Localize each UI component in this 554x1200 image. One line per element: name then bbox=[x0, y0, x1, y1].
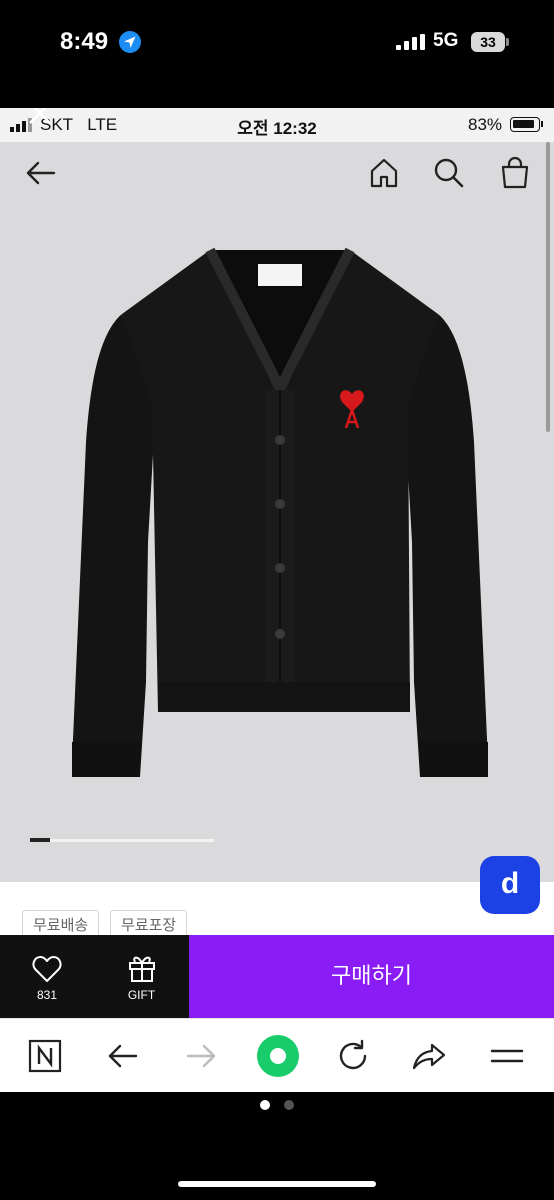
back-icon[interactable] bbox=[104, 1037, 142, 1075]
inner-battery-cap bbox=[541, 121, 543, 127]
outer-status-bar: 8:49 5G 33 bbox=[0, 0, 554, 108]
carousel-indicator bbox=[30, 838, 50, 842]
page-dot-active[interactable] bbox=[260, 1100, 270, 1110]
scrollbar[interactable] bbox=[546, 142, 550, 432]
home-icon[interactable] bbox=[365, 154, 403, 192]
inner-status-bar: SKT LTE 오전 12:32 83% bbox=[0, 108, 554, 142]
refresh-icon[interactable] bbox=[334, 1037, 372, 1075]
product-image-area bbox=[0, 142, 554, 882]
outer-time: 8:49 bbox=[60, 28, 109, 55]
gift-button[interactable]: GIFT bbox=[94, 935, 189, 1018]
naver-n-icon[interactable] bbox=[26, 1037, 64, 1075]
outer-network-label: 5G bbox=[433, 30, 459, 51]
gift-label: GIFT bbox=[127, 988, 156, 1002]
floating-d-button[interactable]: d bbox=[480, 856, 540, 914]
shopping-bag-icon[interactable] bbox=[496, 154, 534, 192]
carousel-track bbox=[30, 839, 214, 842]
share-icon[interactable] bbox=[410, 1037, 448, 1075]
battery-cap bbox=[506, 38, 509, 46]
green-dot-icon[interactable] bbox=[255, 1033, 301, 1079]
page-indicator bbox=[0, 1098, 554, 1114]
inner-screenshot: SKT LTE 오전 12:32 83% 무료배송 무료포장 d 831 GIF… bbox=[0, 108, 554, 1092]
signal-bars-icon bbox=[396, 34, 425, 50]
outer-battery: 33 bbox=[471, 32, 505, 52]
bottom-action-bar: 831 GIFT 구매하기 bbox=[0, 935, 554, 1018]
forward-icon[interactable] bbox=[182, 1037, 220, 1075]
product-image[interactable] bbox=[60, 242, 500, 782]
close-icon[interactable] bbox=[27, 108, 53, 126]
location-arrow-icon bbox=[119, 31, 141, 53]
inner-battery-percent: 83% bbox=[468, 115, 503, 134]
back-arrow-icon[interactable] bbox=[22, 154, 60, 192]
gift-icon bbox=[129, 956, 155, 982]
search-icon[interactable] bbox=[430, 154, 468, 192]
buy-button[interactable]: 구매하기 bbox=[189, 935, 554, 1018]
top-nav bbox=[0, 142, 554, 212]
phone-screen: 8:49 5G 33 SKT LTE 오전 12:32 83% 무료배송 무료포… bbox=[0, 0, 554, 1200]
wishlist-button[interactable]: 831 bbox=[0, 935, 94, 1018]
home-indicator[interactable] bbox=[178, 1181, 376, 1187]
page-dot[interactable] bbox=[284, 1100, 294, 1110]
heart-icon bbox=[32, 956, 62, 982]
menu-icon[interactable] bbox=[488, 1037, 526, 1075]
browser-toolbar bbox=[0, 1018, 554, 1092]
wishlist-count: 831 bbox=[36, 988, 58, 1002]
inner-battery-icon bbox=[510, 117, 540, 132]
